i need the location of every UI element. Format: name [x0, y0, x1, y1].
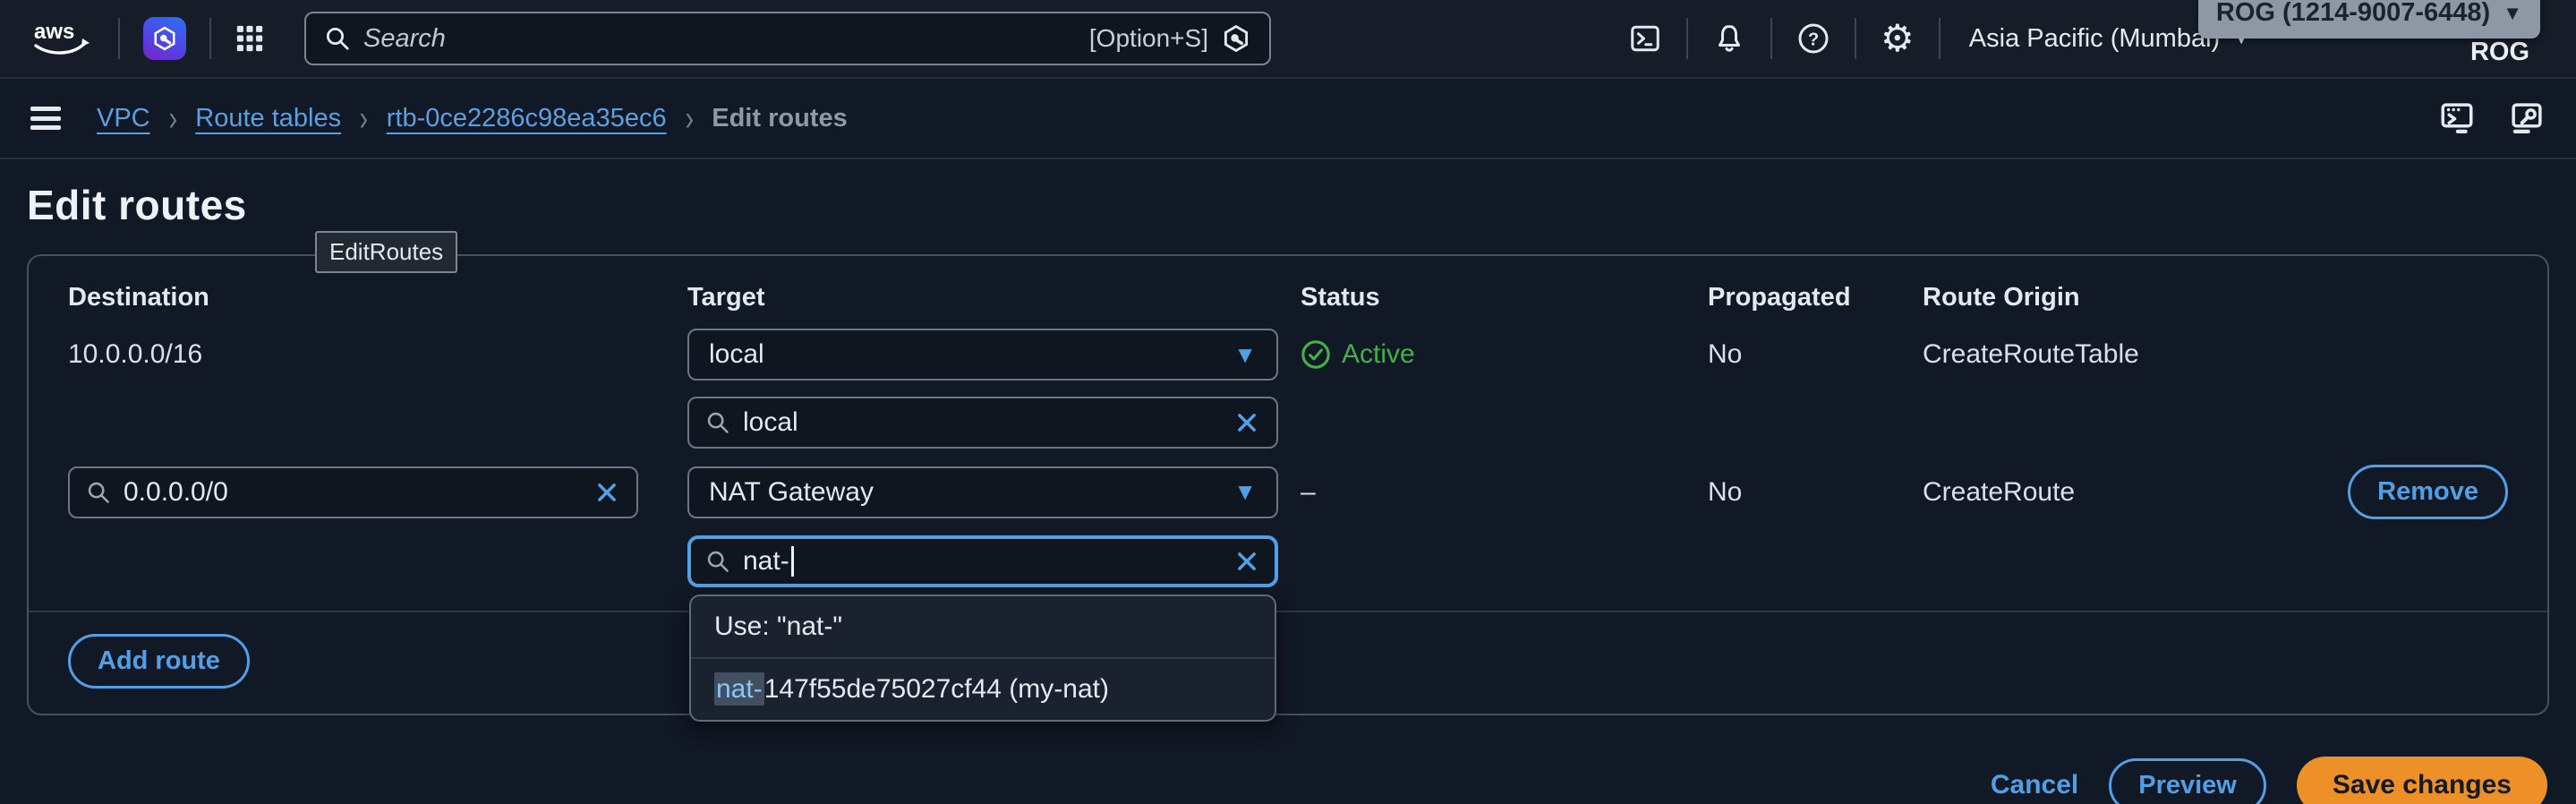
svg-text:aws: aws [34, 20, 74, 44]
top-navigation: aws [Option+S] [0, 0, 2576, 79]
routes-grid: Destination Target Status Propagated Rou… [68, 283, 2508, 587]
panel-footer: Add route [29, 611, 2547, 714]
account-menu[interactable]: ROG [2470, 38, 2529, 67]
breadcrumb-bar: VPC › Route tables › rtb-0ce2286c98ea35e… [0, 79, 2576, 159]
clear-icon[interactable] [1233, 409, 1260, 436]
global-search-bar[interactable]: [Option+S] [304, 12, 1271, 65]
route1-destination: 10.0.0.0/16 [68, 339, 665, 370]
route1-propagated: No [1708, 339, 1900, 370]
aws-logo[interactable]: aws [30, 17, 95, 60]
column-header-target: Target [687, 283, 1278, 312]
route1-target-filter[interactable] [687, 397, 1278, 449]
route1-status-label: Active [1342, 339, 1415, 370]
account-id-overlay[interactable]: ROG (1214-9007-6448) ▼ [2198, 0, 2540, 38]
clear-icon[interactable] [1233, 548, 1260, 575]
breadcrumb-vpc[interactable]: VPC [97, 104, 150, 133]
clear-icon[interactable] [593, 479, 620, 506]
breadcrumb-route-table-id[interactable]: rtb-0ce2286c98ea35ec6 [387, 104, 667, 133]
chevron-down-icon: ▼ [2503, 2, 2522, 25]
divider [1939, 18, 1941, 59]
route2-route-origin: CreateRoute [1923, 477, 2325, 508]
divider [209, 18, 211, 59]
search-icon [705, 549, 730, 574]
column-header-route-origin: Route Origin [1923, 283, 2325, 312]
preview-button[interactable]: Preview [2109, 758, 2266, 804]
settings-gear-icon[interactable]: ⚙ [1880, 21, 1915, 56]
route2-destination-input-box[interactable] [68, 466, 638, 518]
edit-routes-debug-tooltip: EditRoutes [315, 231, 457, 273]
divider [1855, 18, 1856, 59]
route2-target-select[interactable]: NAT Gateway ▼ [687, 466, 1278, 518]
chevron-down-icon: ▼ [1233, 478, 1257, 506]
route1-target-filter-input[interactable] [743, 407, 1221, 438]
remove-route-button[interactable]: Remove [2348, 465, 2508, 519]
breadcrumb-current: Edit routes [712, 104, 847, 133]
target-suggestions-dropdown: Use: "nat-" nat-147f55de75027cf44 (my-na… [689, 594, 1276, 722]
add-route-button[interactable]: Add route [68, 634, 250, 689]
breadcrumb-separator: › [168, 98, 177, 139]
main-content: Edit routes EditRoutes Destination Targe… [0, 181, 2576, 804]
route2-target-value: NAT Gateway [709, 477, 1233, 508]
divider [1686, 18, 1688, 59]
chevron-down-icon: ▼ [1233, 341, 1257, 369]
cloudshell-icon[interactable] [1627, 21, 1663, 56]
search-icon [324, 25, 351, 52]
amazon-q-icon[interactable] [143, 17, 186, 60]
search-shortcut-hint: [Option+S] [1089, 24, 1208, 53]
account-overlay-label: ROG (1214-9007-6448) [2216, 0, 2490, 28]
suggestion-match-highlight: nat- [714, 672, 764, 706]
help-icon[interactable]: ? [1796, 21, 1831, 56]
form-actions: Cancel Preview Save changes [27, 757, 2549, 804]
route2-destination-input[interactable] [124, 477, 581, 508]
terminal-window-icon[interactable] [2438, 99, 2476, 137]
notifications-bell-icon[interactable] [1711, 21, 1747, 56]
divider [118, 18, 120, 59]
breadcrumb-right-icons [2438, 99, 2546, 137]
status-success-icon [1301, 339, 1331, 370]
route2-target-filter-wrap: nat- Use: "nat-" nat-147f55de75027cf44 (… [687, 535, 1278, 587]
route1-target-select[interactable]: local ▼ [687, 329, 1278, 381]
save-changes-button[interactable]: Save changes [2297, 757, 2547, 804]
search-icon [705, 410, 730, 435]
page-title: Edit routes [27, 181, 2549, 229]
divider [1770, 18, 1772, 59]
route2-target-filter-value: nat- [743, 546, 789, 577]
region-label: Asia Pacific (Mumbai) [1969, 24, 2220, 54]
suggestion-use-literal[interactable]: Use: "nat-" [691, 596, 1275, 659]
route1-status: Active [1301, 339, 1685, 370]
column-header-destination: Destination [68, 283, 665, 312]
q-hexagon-icon [1221, 23, 1251, 54]
global-search-input[interactable] [363, 24, 1077, 54]
topnav-right-controls: ? ⚙ Asia Pacific (Mumbai) ▼ [1627, 18, 2250, 59]
breadcrumb-separator: › [685, 98, 694, 139]
svg-text:?: ? [1808, 30, 1819, 50]
window-tools-icon[interactable] [2508, 99, 2546, 137]
text-cursor [791, 546, 794, 577]
cancel-button[interactable]: Cancel [1991, 770, 2078, 800]
suggestion-nat-gateway[interactable]: nat-147f55de75027cf44 (my-nat) [691, 659, 1275, 720]
route1-target-value: local [709, 339, 1233, 370]
breadcrumb: VPC › Route tables › rtb-0ce2286c98ea35e… [97, 102, 848, 135]
side-menu-icon[interactable] [30, 107, 61, 130]
route1-route-origin: CreateRouteTable [1923, 339, 2325, 370]
column-header-propagated: Propagated [1708, 283, 1900, 312]
breadcrumb-separator: › [360, 98, 369, 139]
breadcrumb-route-tables[interactable]: Route tables [195, 104, 341, 133]
suggestion-rest: 147f55de75027cf44 (my-nat) [764, 674, 1109, 704]
route2-status: – [1301, 477, 1685, 508]
routes-editor-panel: Destination Target Status Propagated Rou… [27, 254, 2549, 715]
route2-propagated: No [1708, 477, 1900, 508]
search-icon [86, 480, 111, 505]
apps-grid-icon[interactable] [235, 23, 265, 54]
route2-target-filter[interactable]: nat- [687, 535, 1278, 587]
column-header-status: Status [1301, 283, 1685, 312]
